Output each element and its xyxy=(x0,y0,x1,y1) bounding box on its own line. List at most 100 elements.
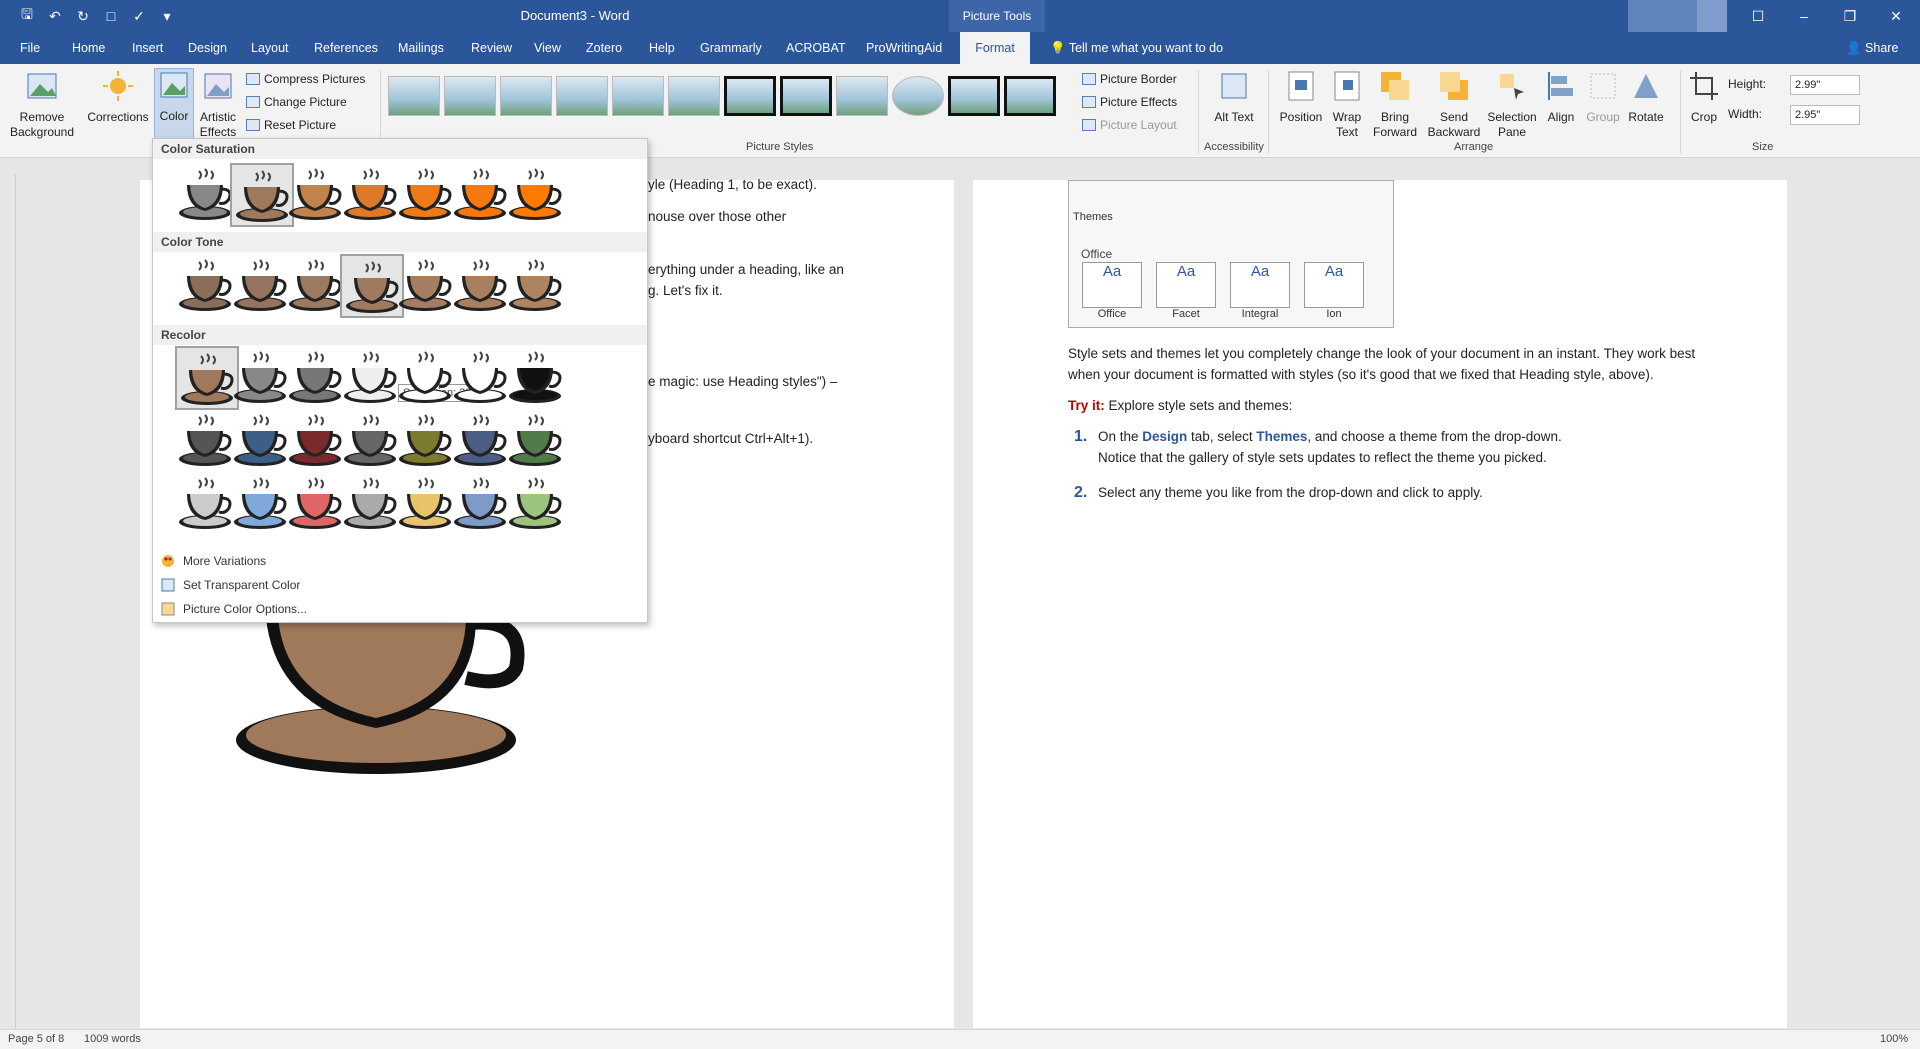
vertical-ruler[interactable] xyxy=(0,174,16,1029)
align-button[interactable]: Align xyxy=(1542,70,1580,125)
picture-styles-gallery[interactable] xyxy=(384,68,1060,128)
reset-picture-button[interactable]: Reset Picture xyxy=(246,118,336,132)
themes-link: Themes xyxy=(1256,429,1308,444)
style-thumb[interactable] xyxy=(836,76,888,116)
group-button[interactable]: Group xyxy=(1584,70,1622,125)
restore-icon[interactable]: ❐ xyxy=(1827,0,1873,32)
sun-icon xyxy=(103,71,133,101)
alt-text-icon xyxy=(1221,73,1247,99)
picture-layout-button[interactable]: Picture Layout xyxy=(1082,118,1177,132)
picture-tools-label: Picture Tools xyxy=(949,0,1045,32)
color-swatch[interactable] xyxy=(505,163,569,227)
tell-me-text: Tell me what you want to do xyxy=(1068,41,1224,55)
zoom-level[interactable]: 100% xyxy=(1880,1033,1908,1045)
tab-view[interactable]: View xyxy=(534,41,561,55)
align-label: Align xyxy=(1547,110,1575,124)
step-number: 1. xyxy=(1074,428,1088,445)
tab-acrobat[interactable]: ACROBAT xyxy=(786,41,846,55)
tab-prowritingaid[interactable]: ProWritingAid xyxy=(866,41,942,55)
artistic-effects-label: Artistic Effects xyxy=(199,110,237,139)
tab-format[interactable]: Format xyxy=(960,32,1030,64)
position-icon xyxy=(1288,71,1314,101)
compress-pictures-button[interactable]: Compress Pictures xyxy=(246,72,365,86)
send-backward-icon xyxy=(1440,72,1468,100)
style-thumb[interactable] xyxy=(780,76,832,116)
step-1: 1. On the Design tab, select Themes, and… xyxy=(1074,426,1708,468)
style-thumb[interactable] xyxy=(1004,76,1056,116)
color-button[interactable]: Color xyxy=(154,68,194,140)
color-swatch[interactable] xyxy=(505,472,569,536)
tab-design[interactable]: Design xyxy=(188,41,227,55)
send-backward-label: Send Backward xyxy=(1427,110,1481,139)
style-thumb[interactable] xyxy=(668,76,720,116)
change-picture-label: Change Picture xyxy=(264,95,347,109)
close-icon[interactable]: ✕ xyxy=(1873,0,1919,32)
crop-label: Crop xyxy=(1690,110,1717,124)
color-swatch[interactable] xyxy=(505,254,569,318)
bring-forward-icon xyxy=(1381,72,1409,100)
share-button[interactable]: 👤 Share xyxy=(1846,41,1898,56)
picture-effects-button[interactable]: Picture Effects xyxy=(1082,95,1177,109)
tab-file[interactable]: File xyxy=(20,41,40,55)
send-backward-button[interactable]: Send Backward xyxy=(1426,70,1482,140)
rotate-button[interactable]: Rotate xyxy=(1624,70,1668,125)
theme-thumb: Aa xyxy=(1230,262,1290,308)
tab-references[interactable]: References xyxy=(314,41,378,55)
theme-name: Office xyxy=(1097,308,1127,320)
tab-zotero[interactable]: Zotero xyxy=(586,41,622,55)
height-input[interactable]: 2.99" xyxy=(1790,75,1860,95)
avatar[interactable] xyxy=(1697,0,1727,32)
set-transparent-item[interactable]: Set Transparent Color xyxy=(183,578,300,592)
style-thumb[interactable] xyxy=(500,76,552,116)
selection-pane-button[interactable]: Selection Pane xyxy=(1484,70,1540,140)
tab-grammarly[interactable]: Grammarly xyxy=(700,41,762,55)
share-label: Share xyxy=(1865,41,1899,55)
style-thumb[interactable] xyxy=(892,76,944,116)
style-thumb[interactable] xyxy=(388,76,440,116)
alt-text-button[interactable]: Alt Text xyxy=(1212,70,1256,125)
style-thumb[interactable] xyxy=(612,76,664,116)
crop-button[interactable]: Crop xyxy=(1686,70,1722,125)
reset-picture-label: Reset Picture xyxy=(264,118,337,132)
wrap-text-button[interactable]: Wrap Text xyxy=(1326,70,1368,140)
status-bar: Page 5 of 8 1009 words 100% xyxy=(0,1029,1920,1049)
artistic-effects-button[interactable]: Artistic Effects xyxy=(196,70,240,140)
tab-help[interactable]: Help xyxy=(649,41,675,55)
tab-review[interactable]: Review xyxy=(471,41,512,55)
more-variations-item[interactable]: More Variations xyxy=(183,554,266,568)
tab-layout[interactable]: Layout xyxy=(251,41,289,55)
picture-border-button[interactable]: Picture Border xyxy=(1082,72,1177,86)
tell-me-search[interactable]: 💡 Tell me what you want to do xyxy=(1050,41,1223,56)
corrections-label: Corrections xyxy=(87,110,149,124)
corrections-button[interactable]: Corrections xyxy=(86,70,150,125)
group-icon xyxy=(1590,73,1616,99)
coffee-cup-image[interactable] xyxy=(226,618,526,778)
color-swatch[interactable] xyxy=(505,409,569,473)
position-button[interactable]: Position xyxy=(1276,70,1326,125)
style-thumb[interactable] xyxy=(724,76,776,116)
style-thumb[interactable] xyxy=(556,76,608,116)
minimize-icon[interactable]: – xyxy=(1781,0,1827,32)
saturation-header: Color Saturation xyxy=(153,139,647,159)
change-picture-icon xyxy=(246,96,260,108)
tab-mailings[interactable]: Mailings xyxy=(398,41,444,55)
change-picture-button[interactable]: Change Picture xyxy=(246,95,347,109)
tab-insert[interactable]: Insert xyxy=(132,41,163,55)
tab-home[interactable]: Home xyxy=(72,41,105,55)
width-input[interactable]: 2.95" xyxy=(1790,105,1860,125)
style-thumb[interactable] xyxy=(948,76,1000,116)
bring-forward-button[interactable]: Bring Forward xyxy=(1370,70,1420,140)
arrange-group-label: Arrange xyxy=(1454,141,1494,153)
color-options-item[interactable]: Picture Color Options... xyxy=(183,602,307,616)
page-count[interactable]: Page 5 of 8 xyxy=(8,1033,64,1045)
word-count[interactable]: 1009 words xyxy=(84,1033,141,1045)
remove-background-label: Remove Background xyxy=(9,110,75,139)
recolor-header: Recolor xyxy=(153,325,647,345)
remove-background-button[interactable]: Remove Background xyxy=(6,70,78,140)
theme-name: Facet xyxy=(1172,308,1200,320)
color-picture-icon xyxy=(160,72,188,98)
style-thumb[interactable] xyxy=(444,76,496,116)
rotate-icon xyxy=(1634,74,1658,98)
ribbon-display-icon[interactable]: ☐ xyxy=(1735,0,1781,32)
color-swatch[interactable] xyxy=(505,346,569,410)
